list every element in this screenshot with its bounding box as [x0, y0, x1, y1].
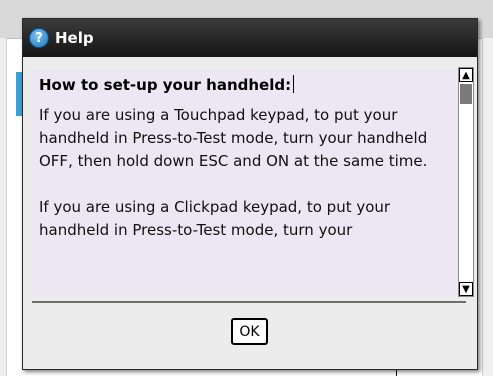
scroll-down-button[interactable]: ▼	[459, 282, 473, 296]
text-cursor	[293, 75, 295, 93]
scroll-up-button[interactable]: ▲	[459, 68, 473, 82]
dialog-titlebar[interactable]: ? Help	[23, 19, 477, 57]
dialog-title: Help	[55, 29, 94, 47]
help-content[interactable]: How to set-up your handheld: If you are …	[32, 69, 458, 295]
help-heading: How to set-up your handheld:	[39, 75, 458, 94]
ok-button[interactable]: OK	[231, 318, 268, 345]
arrow-down-icon: ▼	[462, 283, 470, 295]
background-right-panel	[482, 38, 493, 376]
help-paragraph-touchpad: If you are using a Touchpad keypad, to p…	[39, 106, 428, 170]
help-dialog: ? Help How to set-up your handheld: If y…	[22, 18, 478, 370]
background-sidebar	[0, 38, 7, 376]
dialog-divider	[32, 301, 466, 303]
content-scrollbar[interactable]: ▲ ▼	[458, 67, 474, 297]
help-paragraph-clickpad: If you are using a Clickpad keypad, to p…	[39, 198, 391, 239]
arrow-up-icon: ▲	[462, 69, 470, 81]
help-heading-text: How to set-up your handheld:	[39, 76, 292, 94]
scroll-thumb[interactable]	[460, 84, 472, 104]
help-circle-icon: ?	[29, 28, 49, 48]
